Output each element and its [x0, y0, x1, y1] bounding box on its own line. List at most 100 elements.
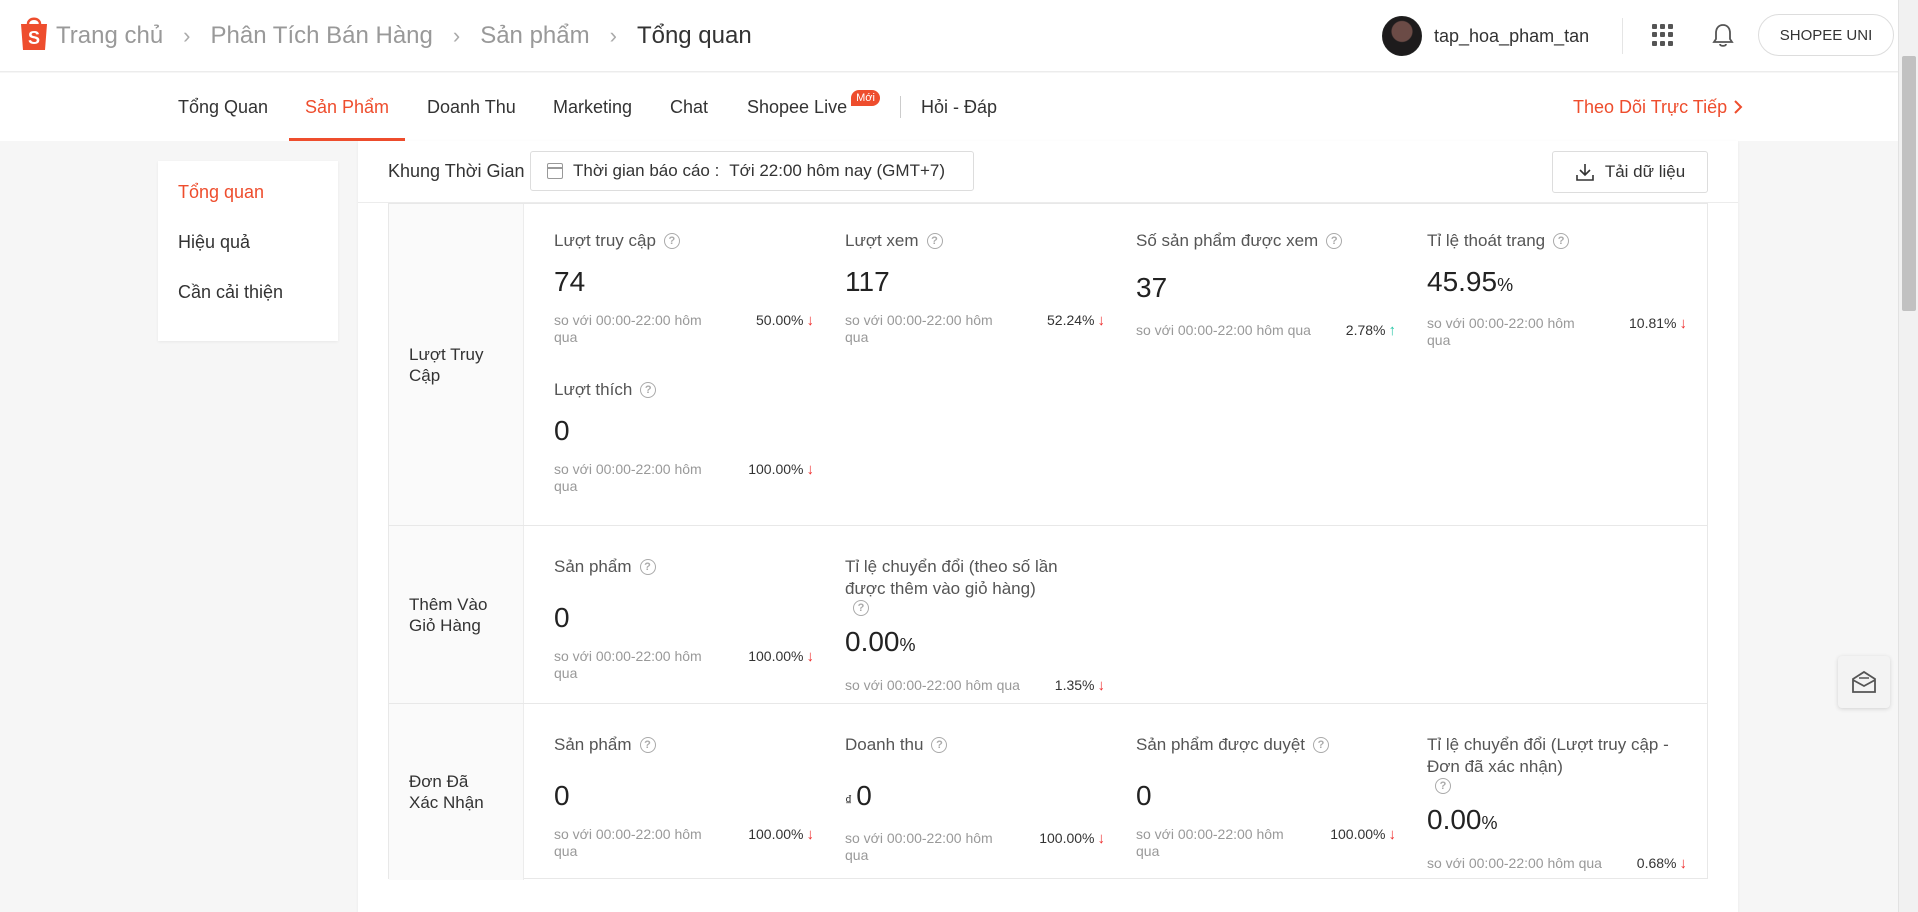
change-value: 100.00% ↓ — [748, 648, 814, 665]
help-circle-icon[interactable]: ? — [640, 382, 657, 398]
metric-card: Doanh thu? ₫ 0 so với 00:00-22:00 hôm qua… — [845, 734, 1105, 864]
top-header: S Trang chủ › Phân Tích Bán Hàng › Sản p… — [0, 0, 1918, 72]
download-data-button[interactable]: Tải dữ liệu — [1552, 151, 1708, 193]
tab-chat[interactable]: Chat — [670, 73, 708, 141]
sidebar-item-performance[interactable]: Hiệu quả — [158, 229, 338, 279]
live-tracking-label: Theo Dõi Trực Tiếp — [1573, 96, 1728, 117]
filter-bar: Khung Thời Gian Thời gian báo cáo : Tới … — [358, 141, 1738, 203]
section-label: Thêm Vào Giỏ Hàng — [389, 526, 524, 703]
breadcrumb-sales-analysis[interactable]: Phân Tích Bán Hàng — [211, 22, 433, 50]
metric-card: Sản phẩm được duyệt? 0 so với 00:00-22:0… — [1136, 734, 1396, 860]
date-prefix: Thời gian báo cáo : — [573, 161, 720, 180]
metric-card: Lượt thích? 0 so với 00:00-22:00 hôm qua… — [554, 379, 814, 495]
change-value: 2.78% ↑ — [1345, 322, 1396, 339]
breadcrumb-products[interactable]: Sản phẩm — [480, 22, 589, 50]
avatar — [1382, 16, 1422, 56]
change-value: 1.35% ↓ — [1054, 677, 1106, 694]
metric-value: 0 — [554, 780, 570, 811]
change-value: 100.00% ↓ — [748, 826, 814, 843]
breadcrumb-overview: Tổng quan — [636, 22, 752, 49]
compare-text: so với 00:00-22:00 hôm qua — [1427, 315, 1575, 348]
tab-overview[interactable]: Tổng Quan — [178, 73, 268, 141]
metric-value: ₫ 0 — [845, 780, 872, 811]
arrow-down-icon: ↓ — [1097, 677, 1106, 694]
tab-qa[interactable]: Hỏi - Đáp — [921, 73, 997, 141]
help-circle-icon[interactable]: ? — [663, 233, 680, 249]
tab-products[interactable]: Sản Phẩm — [288, 73, 406, 141]
metrics-grid: Lượt Truy Cập Lượt truy cập? 74 so với 0… — [388, 203, 1708, 880]
change-value: 10.81% ↓ — [1629, 315, 1687, 332]
metric-value: 0.00% — [845, 626, 916, 657]
help-circle-icon[interactable]: ? — [639, 737, 656, 753]
metric-title: Sản phẩm được duyệt — [1136, 735, 1306, 754]
metric-card: Lượt truy cập? 74 so với 00:00-22:00 hôm… — [554, 230, 814, 346]
metric-value: 0 — [554, 602, 570, 633]
user-menu[interactable]: tap_hoa_pham_tan — [1382, 16, 1589, 56]
change-value: 100.00% ↓ — [748, 461, 814, 478]
bell-icon[interactable] — [1712, 22, 1734, 48]
help-circle-icon[interactable]: ? — [1326, 233, 1343, 249]
page-scrollbar[interactable] — [1898, 0, 1918, 912]
date-picker[interactable]: Thời gian báo cáo : Tới 22:00 hôm nay (G… — [530, 151, 974, 191]
new-badge: Mới — [851, 90, 880, 106]
chevron-right-icon: › — [452, 23, 461, 48]
help-circle-icon[interactable]: ? — [1313, 737, 1330, 753]
sidebar-item-improve[interactable]: Cần cải thiện — [158, 279, 338, 329]
compare-text: so với 00:00-22:00 hôm qua — [554, 826, 702, 859]
metric-title: Doanh thu — [845, 735, 924, 754]
sidebar: Tổng quan Hiệu quả Cần cải thiện — [158, 161, 338, 341]
help-circle-icon[interactable]: ? — [1435, 778, 1451, 794]
scrollbar-thumb[interactable] — [1902, 56, 1916, 311]
metric-card: Sản phẩm? 0 so với 00:00-22:00 hôm qua 10… — [554, 556, 814, 682]
help-circle-icon[interactable]: ? — [926, 233, 943, 249]
section-add-to-cart: Thêm Vào Giỏ Hàng Sản phẩm? 0 so với 00:… — [389, 526, 1707, 704]
tab-revenue[interactable]: Doanh Thu — [427, 73, 516, 141]
arrow-down-icon: ↓ — [1388, 826, 1397, 843]
metric-card: Số sản phẩm được xem? 37 so với 00:00-22… — [1136, 230, 1396, 339]
live-tracking-link[interactable]: Theo Dõi Trực Tiếp — [1573, 73, 1743, 141]
shopee-uni-button[interactable]: SHOPEE UNI — [1758, 14, 1894, 56]
tab-marketing[interactable]: Marketing — [553, 73, 632, 141]
compare-text: so với 00:00-22:00 hôm qua — [845, 677, 1020, 693]
arrow-down-icon: ↓ — [1679, 315, 1688, 332]
apps-grid-icon[interactable] — [1652, 24, 1674, 46]
download-icon — [1576, 164, 1594, 181]
metric-value: 45.95% — [1427, 266, 1514, 297]
arrow-down-icon: ↓ — [806, 826, 815, 843]
metric-card: Tỉ lệ chuyển đổi (theo số lần được thêm … — [845, 556, 1105, 694]
sidebar-item-overview[interactable]: Tổng quan — [158, 179, 338, 229]
divider — [1622, 18, 1623, 54]
breadcrumb-home[interactable]: Trang chủ — [56, 22, 163, 50]
help-circle-icon[interactable]: ? — [639, 559, 656, 575]
tab-bar: Tổng Quan Sản Phẩm Doanh Thu Marketing C… — [0, 73, 1898, 141]
metric-title: Số sản phẩm được xem — [1136, 231, 1319, 250]
svg-text:S: S — [28, 28, 40, 48]
metric-title: Sản phẩm — [554, 557, 632, 576]
metric-card: Tỉ lệ chuyển đổi (Lượt truy cập - Đơn đã… — [1427, 734, 1687, 872]
tab-shopee-live[interactable]: Shopee Live Mới — [747, 73, 880, 141]
floating-message-button[interactable] — [1838, 656, 1890, 708]
metric-value: 0.00% — [1427, 804, 1498, 835]
currency-symbol: ₫ — [845, 792, 853, 808]
help-circle-icon[interactable]: ? — [853, 600, 869, 616]
metric-title: Lượt truy cập — [554, 231, 656, 250]
arrow-down-icon: ↓ — [1097, 830, 1106, 847]
section-label: Lượt Truy Cập — [389, 204, 524, 525]
metric-value: 0 — [554, 415, 570, 446]
compare-text: so với 00:00-22:00 hôm qua — [554, 312, 702, 345]
metric-value: 74 — [554, 266, 586, 297]
metric-card: Lượt xem? 117 so với 00:00-22:00 hôm qua… — [845, 230, 1105, 346]
chevron-right-icon — [1734, 100, 1743, 114]
help-circle-icon[interactable]: ? — [1553, 233, 1570, 249]
date-value: Tới 22:00 hôm nay (GMT+7) — [729, 161, 945, 180]
metric-title: Tỉ lệ chuyển đổi (Lượt truy cập - Đơn đã… — [1427, 735, 1669, 776]
compare-text: so với 00:00-22:00 hôm qua — [845, 830, 993, 863]
chevron-right-icon: › — [609, 23, 617, 48]
shopee-logo-icon[interactable]: S — [18, 14, 50, 52]
tab-shopee-live-label: Shopee Live — [747, 96, 848, 117]
change-value: 100.00% ↓ — [1330, 826, 1396, 843]
help-circle-icon[interactable]: ? — [931, 737, 948, 753]
mail-icon — [1852, 670, 1876, 693]
overview-panel: Khung Thời Gian Thời gian báo cáo : Tới … — [358, 141, 1738, 912]
section-label: Đơn Đã Xác Nhận — [389, 704, 524, 880]
